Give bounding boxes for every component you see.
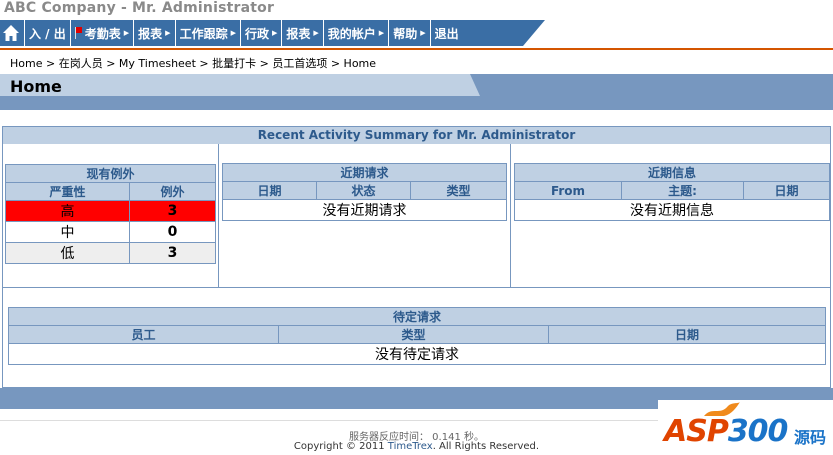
arrow-right-icon: ▶ <box>271 29 278 37</box>
empty-message: 没有近期信息 <box>514 199 830 221</box>
timetrex-link[interactable]: TimeTrex <box>388 441 433 452</box>
column-header-exceptions: 例外 <box>129 182 216 201</box>
pending-requests-table: 待定请求 员工 类型 日期 没有待定请求 <box>8 307 826 365</box>
copyright-text: . All Rights Reserved. <box>432 441 540 452</box>
exceptions-title: 现有例外 <box>5 164 216 183</box>
arrow-right-icon: ▶ <box>313 29 319 37</box>
nav-item-job-tracking[interactable]: 工作跟踪 ▶ <box>176 20 241 46</box>
breadcrumb-item[interactable]: Home <box>10 57 42 70</box>
recent-messages-table: 近期信息 From 主题: 日期 没有近期信息 <box>514 163 830 221</box>
breadcrumb-separator: > <box>330 57 341 70</box>
arrow-right-icon: ▶ <box>165 29 171 37</box>
page-title: Home <box>10 77 62 96</box>
recent-requests-table: 近期请求 日期 状态 类型 没有近期请求 <box>222 163 507 221</box>
watermark-brand: ASP300 <box>664 414 789 449</box>
column-header-from: From <box>514 181 622 200</box>
empty-message: 没有近期请求 <box>222 199 507 221</box>
nav-item-label: 考勤表 <box>84 26 121 41</box>
red-flag-icon <box>74 27 82 39</box>
severity-cell: 中 <box>5 221 130 243</box>
nav-item-my-account[interactable]: 我的帐户 ▶ <box>324 20 390 46</box>
activity-summary-heading: Recent Activity Summary for Mr. Administ… <box>3 127 830 144</box>
recent-requests-title: 近期请求 <box>222 163 507 182</box>
nav-item-reports-2[interactable]: 报表 ▶ <box>282 20 324 46</box>
nav-item-logout[interactable]: 退出 <box>431 20 463 46</box>
column-header-date: 日期 <box>548 325 826 344</box>
nav-item-label: 帮助 <box>393 26 418 41</box>
severity-cell: 低 <box>5 242 130 264</box>
column-header-severity: 严重性 <box>5 182 130 201</box>
breadcrumb-item[interactable]: 批量打卡 <box>212 57 256 70</box>
breadcrumb-separator: > <box>106 57 116 70</box>
breadcrumb-separator: > <box>259 57 269 70</box>
arrow-right-icon: ▶ <box>230 29 236 37</box>
severity-cell: 高 <box>5 200 130 222</box>
nav-item-label: 报表 <box>286 26 311 41</box>
title-tab <box>0 74 480 96</box>
count-cell: 3 <box>129 200 216 222</box>
nav-item-timesheet[interactable]: 考勤表 ▶ <box>71 20 135 46</box>
activity-summary-panel: Recent Activity Summary for Mr. Administ… <box>2 126 831 388</box>
nav-item-admin[interactable]: 行政 ▶ <box>241 20 283 46</box>
nav-item-label: 报表 <box>138 26 163 41</box>
section-divider <box>3 287 830 288</box>
copyright-text: Copyright © 2011 <box>293 441 388 452</box>
recent-messages-title: 近期信息 <box>514 163 830 182</box>
app-title: ABC Company - Mr. Administrator <box>4 0 275 16</box>
arrow-right-icon: ▶ <box>378 29 385 37</box>
table-row[interactable]: 低 3 <box>5 242 216 264</box>
column-divider <box>218 144 219 287</box>
breadcrumb: Home > 在岗人员 > My Timesheet > 批量打卡 > 员工首选… <box>10 55 376 71</box>
column-header-subject: 主题: <box>621 181 744 200</box>
pending-requests-title: 待定请求 <box>8 307 826 326</box>
breadcrumb-item[interactable]: My Timesheet <box>119 57 196 70</box>
exceptions-table: 现有例外 严重性 例外 高 3 中 0 低 3 <box>5 164 216 264</box>
nav-item-reports[interactable]: 报表 ▶ <box>134 20 176 46</box>
count-cell: 3 <box>129 242 216 264</box>
nav-home-button[interactable] <box>0 20 25 46</box>
count-cell: 0 <box>129 221 216 243</box>
nav-item-label: 我的帐户 <box>327 26 376 41</box>
column-header-type: 类型 <box>278 325 549 344</box>
nav-item-help[interactable]: 帮助 ▶ <box>389 20 431 46</box>
column-header-date: 日期 <box>743 181 830 200</box>
table-row[interactable]: 中 0 <box>5 221 216 243</box>
nav-item-label: 退出 <box>434 26 459 41</box>
table-row[interactable]: 高 3 <box>5 200 216 222</box>
header-divider <box>0 48 833 50</box>
watermark-brand-a: ASP <box>664 414 729 449</box>
watermark-brand-b: 300 <box>727 414 789 449</box>
column-divider <box>510 144 511 287</box>
home-icon <box>3 25 19 41</box>
nav-item-label: 工作跟踪 <box>179 26 228 41</box>
empty-message: 没有待定请求 <box>8 343 826 365</box>
column-header-status: 状态 <box>316 181 411 200</box>
column-header-type: 类型 <box>410 181 507 200</box>
column-header-date: 日期 <box>222 181 317 200</box>
watermark-brand-cn: 源码 <box>794 428 827 447</box>
breadcrumb-item[interactable]: 在岗人员 <box>59 57 103 70</box>
breadcrumb-separator: > <box>199 57 209 70</box>
nav-item-inout[interactable]: 入 / 出 <box>25 20 71 46</box>
main-menu-bar: 入 / 出 考勤表 ▶ 报表 ▶ 工作跟踪 ▶ 行政 ▶ 报表 ▶ 我的帐户 ▶ 帮助 ▶ 退… <box>0 20 545 46</box>
nav-item-label: 行政 <box>244 26 269 41</box>
breadcrumb-item[interactable]: 员工首选项 <box>272 57 327 70</box>
arrow-right-icon: ▶ <box>123 29 130 37</box>
watermark-logo: ASP300 源码 <box>658 400 833 455</box>
column-header-employee: 员工 <box>8 325 279 344</box>
nav-item-label: 入 / 出 <box>29 26 66 41</box>
arrow-right-icon: ▶ <box>420 29 426 37</box>
breadcrumb-item-current: Home <box>343 57 377 70</box>
breadcrumb-separator: > <box>45 57 56 70</box>
